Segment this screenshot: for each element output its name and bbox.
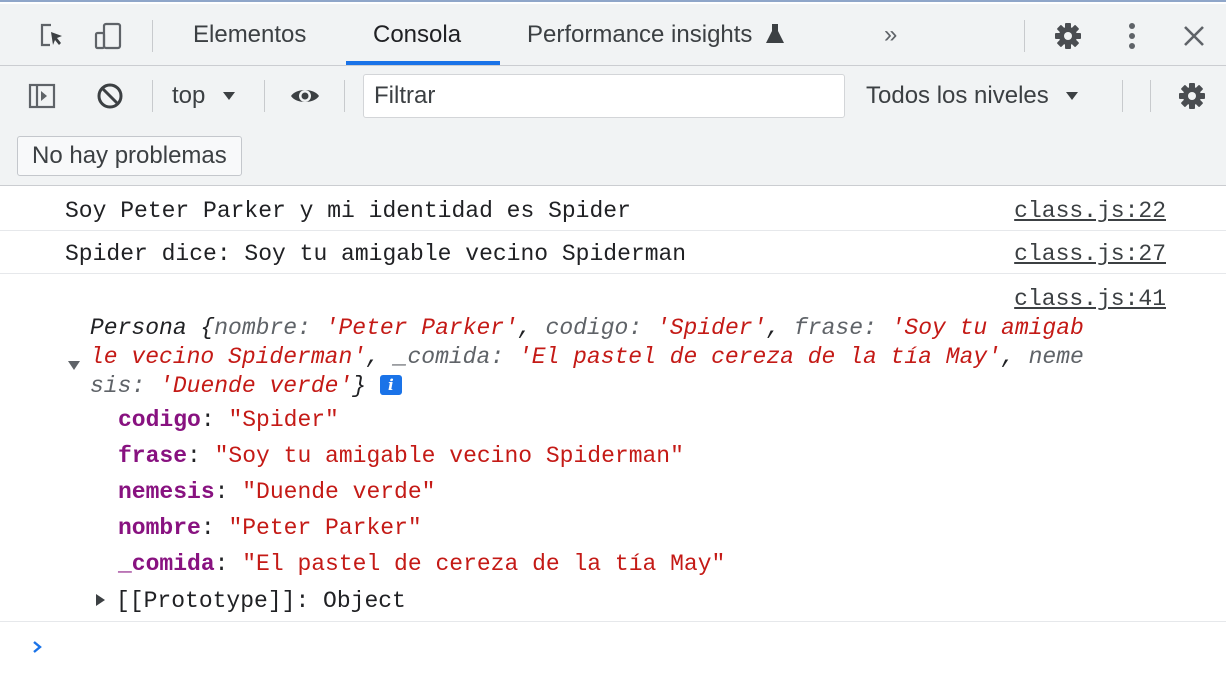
preview-key: codigo — [545, 315, 629, 341]
prompt-chevron-icon — [32, 640, 44, 659]
devtools-window: Elementos Consola Performance insights » — [0, 0, 1226, 694]
object-preview-line[interactable]: le vecino Spiderman', _comida: 'El paste… — [90, 344, 1084, 370]
flask-icon — [765, 7, 785, 68]
device-toggle-icon[interactable] — [92, 20, 124, 52]
dropdown-arrow-icon — [1065, 80, 1079, 108]
object-property: _comida: "El pastel de cereza de la tía … — [118, 551, 726, 577]
divider — [344, 80, 345, 112]
property-key: codigo — [118, 407, 201, 433]
console-toolbar: top Filtrar Todos los niveles No hay pro… — [0, 66, 1226, 186]
divider — [152, 80, 153, 112]
property-key: _comida — [118, 551, 215, 577]
context-selector-label: top — [172, 82, 206, 109]
object-preview-line[interactable]: Persona {nombre: 'Peter Parker', codigo:… — [90, 315, 1084, 341]
console-message: Spider dice: Soy tu amigable vecino Spid… — [0, 231, 1226, 274]
expand-triangle-icon[interactable] — [68, 352, 80, 378]
inspect-icon[interactable] — [36, 20, 68, 52]
property-key: frase — [118, 443, 188, 469]
console-prompt[interactable] — [0, 622, 1226, 696]
clear-console-icon[interactable] — [94, 80, 126, 112]
property-value: "Peter Parker" — [228, 515, 422, 541]
sidebar-toggle-icon[interactable] — [26, 80, 58, 112]
source-link[interactable]: class.js:22 — [1014, 198, 1166, 224]
divider — [1150, 80, 1151, 112]
dropdown-arrow-icon — [222, 80, 236, 108]
more-tabs-button[interactable]: » — [884, 4, 897, 65]
preview-value: le vecino Spiderman' — [90, 344, 367, 370]
object-property: nemesis: "Duende verde" — [118, 479, 436, 505]
close-icon[interactable] — [1178, 20, 1210, 52]
console-message-text: Spider dice: Soy tu amigable vecino Spid… — [65, 241, 687, 267]
divider — [1024, 20, 1025, 52]
property-key: nemesis — [118, 479, 215, 505]
gear-icon[interactable] — [1052, 20, 1084, 52]
console-message-text: Soy Peter Parker y mi identidad es Spide… — [65, 198, 631, 224]
property-value: "El pastel de cereza de la tía May" — [242, 551, 726, 577]
property-value: "Duende verde" — [242, 479, 436, 505]
property-value: "Soy tu amigable vecino Spiderman" — [214, 443, 684, 469]
object-preview-line[interactable]: sis: 'Duende verde'} i — [90, 373, 402, 399]
class-name: Persona — [90, 315, 187, 341]
divider — [152, 20, 153, 52]
property-key: nombre — [118, 515, 201, 541]
info-icon[interactable]: i — [379, 375, 402, 395]
log-levels-label: Todos los niveles — [866, 82, 1049, 109]
console-message: Soy Peter Parker y mi identidad es Spide… — [0, 188, 1226, 231]
preview-value: 'Peter Parker' — [324, 315, 518, 341]
preview-key: _comida — [393, 344, 491, 370]
devtools-tab-bar: Elementos Consola Performance insights » — [0, 4, 1226, 66]
object-property: frase: "Soy tu amigable vecino Spiderman… — [118, 443, 684, 469]
preview-value: 'El pastel de cereza de la tía May' — [517, 344, 1001, 370]
console-settings-gear-icon[interactable] — [1176, 80, 1208, 112]
console-object-message: class.js:41 Persona {nombre: 'Peter Park… — [0, 274, 1226, 622]
object-property: nombre: "Peter Parker" — [118, 515, 422, 541]
preview-value: 'Spider' — [655, 315, 767, 341]
preview-key: frase — [793, 315, 863, 341]
tab-performance-insights[interactable]: Performance insights — [527, 4, 785, 65]
prototype-key: [[Prototype]] — [116, 588, 296, 614]
prototype-value: Object — [323, 588, 406, 614]
tab-console[interactable]: Consola — [373, 4, 461, 65]
divider — [1122, 80, 1123, 112]
preview-key: neme — [1028, 344, 1084, 370]
divider — [264, 80, 265, 112]
context-selector[interactable]: top — [172, 80, 236, 110]
log-levels-dropdown[interactable]: Todos los niveles — [866, 80, 1079, 110]
issues-counter-button[interactable]: No hay problemas — [17, 136, 242, 176]
preview-key: nombre — [214, 315, 298, 341]
tab-elements[interactable]: Elementos — [193, 4, 306, 65]
filter-input[interactable]: Filtrar — [363, 74, 845, 118]
tab-performance-insights-label: Performance insights — [527, 21, 753, 48]
source-link[interactable]: class.js:27 — [1014, 241, 1166, 267]
eye-icon[interactable] — [289, 80, 321, 112]
object-property: codigo: "Spider" — [118, 407, 339, 433]
source-link[interactable]: class.js:41 — [1014, 286, 1166, 312]
property-value: "Spider" — [228, 407, 339, 433]
preview-key: sis — [90, 373, 132, 399]
preview-value: 'Soy tu amigab — [890, 315, 1084, 341]
active-tab-indicator — [346, 61, 500, 65]
expand-triangle-icon — [96, 587, 106, 613]
kebab-menu-icon[interactable] — [1116, 20, 1148, 52]
preview-value: 'Duende verde' — [159, 373, 353, 399]
prototype-row[interactable]: [[Prototype]]: Object — [96, 587, 406, 614]
